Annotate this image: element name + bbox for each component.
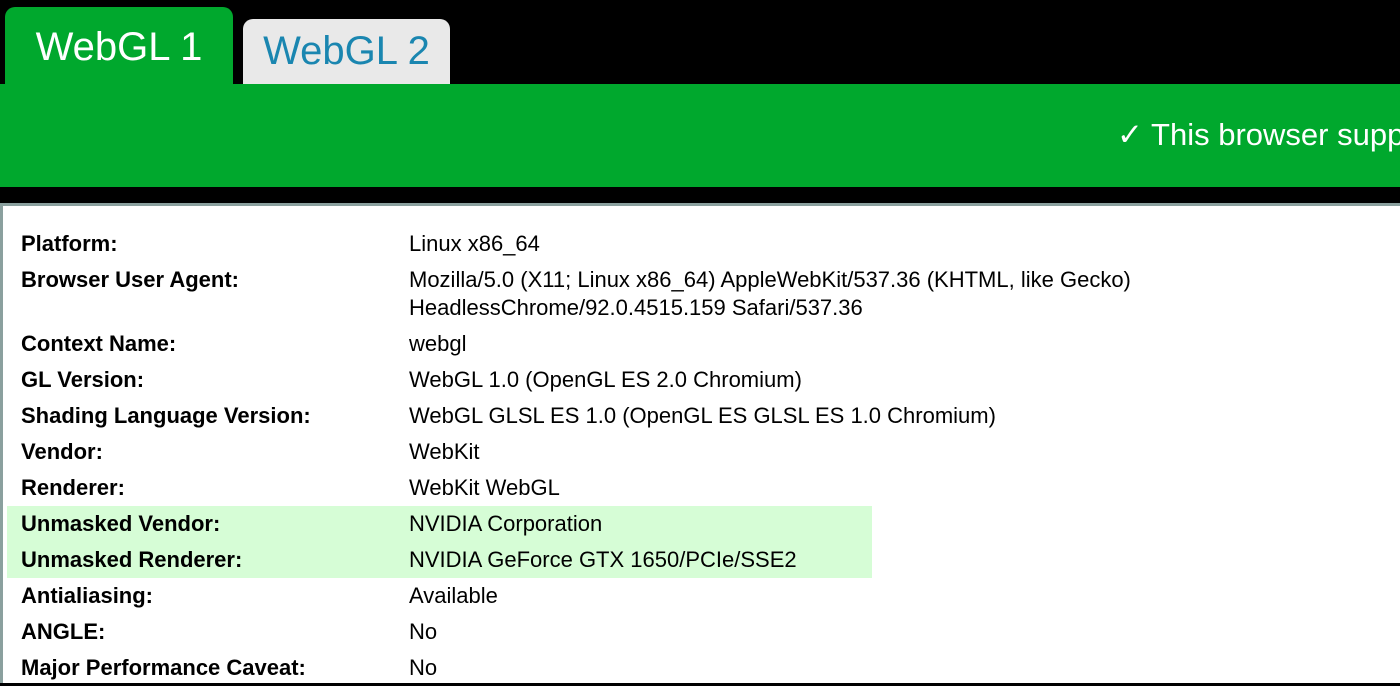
info-row: Vendor: WebKit xyxy=(7,434,1400,470)
info-row: Renderer: WebKit WebGL xyxy=(7,470,1400,506)
support-message-text: This browser supp xyxy=(1151,117,1400,152)
info-row: Platform: Linux x86_64 xyxy=(7,226,1400,262)
info-row: Antialiasing: Available xyxy=(7,578,1400,614)
info-row-label: Context Name: xyxy=(21,331,177,356)
info-row: Unmasked Renderer: NVIDIA GeForce GTX 165… xyxy=(7,542,872,578)
support-banner: ✓ This browser supp xyxy=(0,84,1400,187)
support-message: ✓ This browser supp xyxy=(1117,119,1400,150)
info-row-label: Shading Language Version: xyxy=(21,403,311,428)
info-row-label: Renderer: xyxy=(21,475,125,500)
info-panel: Platform: Linux x86_64 Browser User Agent:… xyxy=(0,203,1400,683)
divider xyxy=(0,187,1400,203)
info-row-label: Major Performance Caveat: xyxy=(21,655,306,680)
tab-webgl-2[interactable]: WebGL 2 xyxy=(243,19,450,84)
info-row-label: Unmasked Vendor: xyxy=(21,511,221,536)
tab-bar: WebGL 1 WebGL 2 xyxy=(0,0,1400,87)
info-row-label: Vendor: xyxy=(21,439,103,464)
info-row: Context Name: webgl xyxy=(7,326,1400,362)
info-row-label: Antialiasing: xyxy=(21,583,154,608)
info-row: Unmasked Vendor: NVIDIA Corporation xyxy=(7,506,872,542)
info-row-label: Unmasked Renderer: xyxy=(21,547,243,572)
info-row-value: WebKit xyxy=(409,439,480,464)
info-row-value: Mozilla/5.0 (X11; Linux x86_64) AppleWeb… xyxy=(409,267,1131,320)
tab-webgl-1[interactable]: WebGL 1 xyxy=(5,7,233,87)
info-row-value: WebKit WebGL xyxy=(409,475,560,500)
info-row-label: ANGLE: xyxy=(21,619,106,644)
info-row: Browser User Agent: Mozilla/5.0 (X11; Lin… xyxy=(7,262,1400,326)
info-row-value: Available xyxy=(409,583,498,608)
info-row-value: No xyxy=(409,619,438,644)
info-row-value: Linux x86_64 xyxy=(409,231,540,256)
info-row-value: NVIDIA GeForce GTX 1650/PCIe/SSE2 xyxy=(409,547,797,572)
info-row-label: GL Version: xyxy=(21,367,145,392)
info-row-value: webgl xyxy=(409,331,467,356)
info-row: ANGLE: No xyxy=(7,614,1400,650)
info-row: Shading Language Version: WebGL GLSL ES 1… xyxy=(7,398,1400,434)
checkmark-icon: ✓ xyxy=(1117,117,1143,152)
info-row: Major Performance Caveat: No xyxy=(7,650,1400,686)
info-row-label: Browser User Agent: xyxy=(21,267,240,292)
info-row-value: No xyxy=(409,655,438,680)
info-row-label: Platform: xyxy=(21,231,118,256)
info-table: Platform: Linux x86_64 Browser User Agent:… xyxy=(7,226,1400,686)
info-row-value: NVIDIA Corporation xyxy=(409,511,603,536)
info-row-value: WebGL 1.0 (OpenGL ES 2.0 Chromium) xyxy=(409,367,802,392)
info-row-value: WebGL GLSL ES 1.0 (OpenGL ES GLSL ES 1.0… xyxy=(409,403,996,428)
info-row: GL Version: WebGL 1.0 (OpenGL ES 2.0 Chro… xyxy=(7,362,1400,398)
